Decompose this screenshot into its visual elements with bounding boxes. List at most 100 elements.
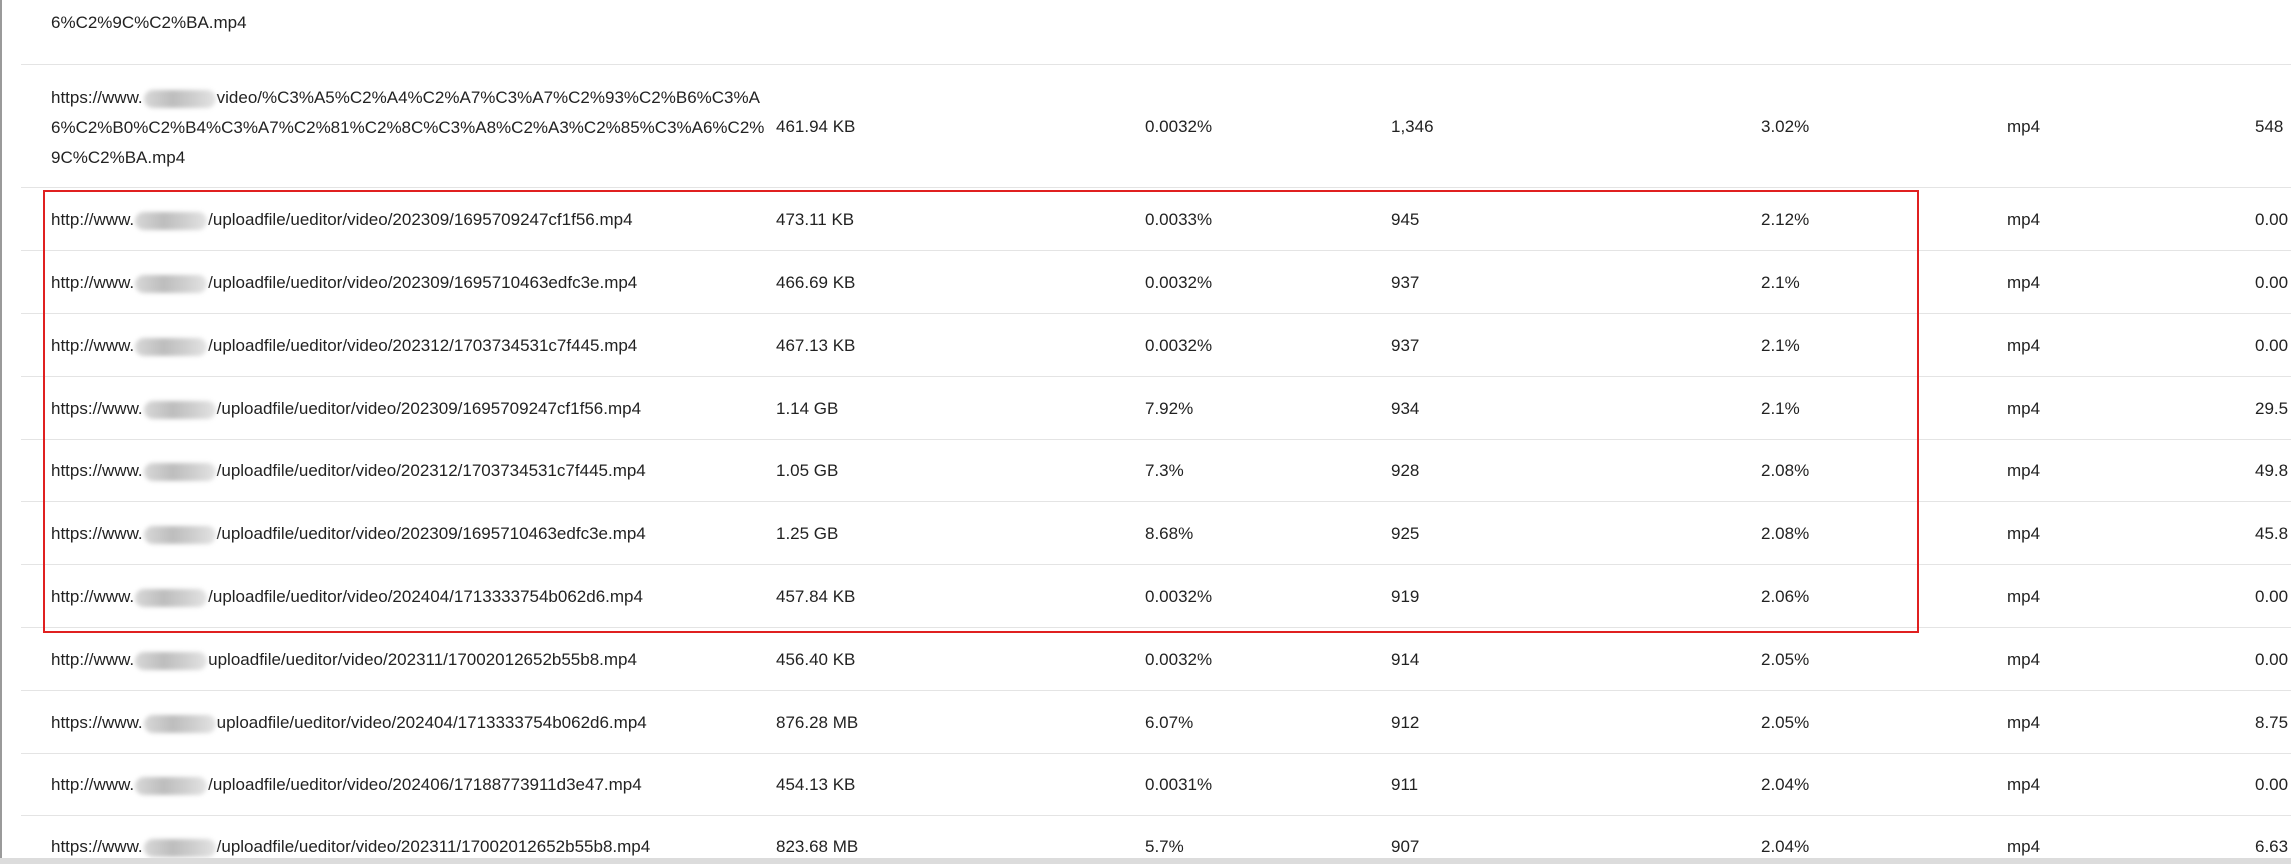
url-prefix: http://www. <box>51 273 135 292</box>
type-cell: mp4 <box>2007 117 2041 136</box>
url-prefix: https://www. <box>51 524 143 543</box>
url-suffix: /uploadfile/ueditor/video/202311/1700201… <box>216 837 651 856</box>
url-prefix: http://www. <box>51 210 135 229</box>
type-cell: mp4 <box>2007 587 2041 606</box>
url-cell[interactable]: http://www. /uploadfile/ueditor/video/202… <box>51 331 751 361</box>
percent-cell: 0.0031% <box>1145 775 1213 794</box>
url-suffix: %C3%A6%C2%B0%C2%B4%C3%A7%C2%81%C2%8C%C3%… <box>51 0 771 32</box>
size-cell: 457.84 KB <box>776 587 856 606</box>
size-cell: 473.11 KB <box>776 210 855 229</box>
redacted-domain <box>143 462 216 481</box>
type-cell: mp4 <box>2007 273 2041 292</box>
url-cell[interactable]: http://www. uploadfile/ueditor/video/2023… <box>51 645 751 675</box>
bandwidth-cell: 0.00 <box>2255 775 2289 794</box>
table-row[interactable]: https://www. /uploadfile/ueditor/video/20… <box>21 377 2291 440</box>
url-cell[interactable]: https://www. /uploadfile/ueditor/video/20… <box>51 519 751 549</box>
redacted-domain <box>143 400 216 419</box>
url-cell[interactable]: https://www. uploadfile/ueditor/video/202… <box>51 708 751 738</box>
size-cell: 1.14 GB <box>776 399 839 418</box>
url-cell[interactable]: https://www. /uploadfile/ueditor/video/20… <box>51 456 751 486</box>
share-cell: 2.05% <box>1761 713 1810 732</box>
url-prefix: https://www. <box>51 88 143 107</box>
hits-cell: 911 <box>1391 775 1419 794</box>
percent-cell: 7.92% <box>1145 399 1194 418</box>
table-row[interactable]: https://www. video/%C3%A5%C2%A4%C2%A7%C3%… <box>21 65 2291 188</box>
table-row[interactable]: https://www. /uploadfile/ueditor/video/20… <box>21 502 2291 565</box>
url-cell[interactable]: http://www. /uploadfile/ueditor/video/202… <box>51 770 751 800</box>
hits-cell: 912 <box>1391 713 1420 732</box>
type-cell: mp4 <box>2007 650 2041 669</box>
bandwidth-cell: 0.00 <box>2255 650 2289 669</box>
hits-cell: 1,346 <box>1391 117 1434 136</box>
percent-cell: 0.0032% <box>1145 336 1213 355</box>
table-row[interactable]: http://www. /uploadfile/ueditor/video/202… <box>21 314 2291 377</box>
percent-cell: 0.0032% <box>1145 650 1213 669</box>
size-cell: 1.05 GB <box>776 461 839 480</box>
size-cell: 467.13 KB <box>776 336 856 355</box>
url-suffix: uploadfile/ueditor/video/202404/17133337… <box>216 713 647 732</box>
bandwidth-cell: 0.00 <box>2255 587 2289 606</box>
hits-cell: 937 <box>1391 336 1420 355</box>
url-cell[interactable]: http://www. /uploadfile/ueditor/video/202… <box>51 268 751 298</box>
type-cell: mp4 <box>2007 524 2041 543</box>
percent-cell: 8.68% <box>1145 524 1194 543</box>
url-suffix: /uploadfile/ueditor/video/202404/1713333… <box>208 587 643 606</box>
percent-cell: 0.0033% <box>1145 210 1213 229</box>
url-suffix: /uploadfile/ueditor/video/202309/1695710… <box>208 273 638 292</box>
share-cell: 2.1% <box>1761 399 1800 418</box>
type-cell: mp4 <box>2007 336 2041 355</box>
size-cell: 456.40 KB <box>776 650 856 669</box>
bandwidth-cell: 0.00 <box>2255 273 2289 292</box>
size-cell: 466.69 KB <box>776 273 856 292</box>
size-cell: 461.94 KB <box>776 117 856 136</box>
share-cell: 2.1% <box>1761 336 1800 355</box>
bandwidth-cell: 548 <box>2255 117 2284 136</box>
type-cell: mp4 <box>2007 210 2041 229</box>
table-row[interactable]: http://www. /uploadfile/ueditor/video/202… <box>21 565 2291 628</box>
hits-cell: 945 <box>1391 210 1420 229</box>
percent-cell: 7.3% <box>1145 461 1184 480</box>
url-prefix: http://www. <box>51 336 135 355</box>
table-row[interactable]: https://www. /uploadfile/ueditor/video/20… <box>21 440 2291 502</box>
share-cell: 2.05% <box>1761 650 1810 669</box>
hits-cell: 919 <box>1391 587 1420 606</box>
url-suffix: uploadfile/ueditor/video/202311/17002012… <box>208 650 637 669</box>
redacted-domain <box>135 211 208 230</box>
size-cell: 454.13 KB <box>776 775 856 794</box>
url-prefix: https://www. <box>51 837 143 856</box>
url-suffix: /uploadfile/ueditor/video/202312/1703734… <box>216 461 646 480</box>
hits-cell: 937 <box>1391 273 1420 292</box>
url-cell[interactable]: http://www. /uploadfile/ueditor/video/202… <box>51 205 751 235</box>
share-cell: 2.1% <box>1761 273 1800 292</box>
redacted-domain <box>135 588 208 607</box>
size-cell: 876.28 MB <box>776 713 859 732</box>
share-cell: 2.12% <box>1761 210 1810 229</box>
percent-cell: 0.0032% <box>1145 273 1213 292</box>
url-cell[interactable]: https://www. /uploadfile/ueditor/video/20… <box>51 394 751 424</box>
url-prefix: http://www. <box>51 650 135 669</box>
redacted-domain <box>143 714 216 733</box>
taskbar-edge <box>0 858 2291 864</box>
hits-cell: 934 <box>1391 399 1420 418</box>
share-cell: 3.02% <box>1761 117 1810 136</box>
url-cell[interactable]: http://www. /uploadfile/ueditor/video/202… <box>51 582 751 612</box>
table-row[interactable]: http://www. /uploadfile/ueditor/video/202… <box>21 251 2291 314</box>
table-row[interactable]: http://www. uploadfile/ueditor/video/2023… <box>21 628 2291 691</box>
table-row[interactable]: http://www. /uploadfile/ueditor/video/202… <box>21 188 2291 251</box>
type-cell: mp4 <box>2007 399 2041 418</box>
table-row[interactable]: https://www. uploadfile/ueditor/video/202… <box>21 691 2291 754</box>
bandwidth-cell: 8.75 <box>2255 713 2289 732</box>
url-cell[interactable]: %C3%A6%C2%B0%C2%B4%C3%A7%C2%81%C2%8C%C3%… <box>51 0 771 38</box>
redacted-domain <box>135 274 208 293</box>
url-cell[interactable]: https://www. video/%C3%A5%C2%A4%C2%A7%C3%… <box>51 83 771 173</box>
hits-cell: 914 <box>1391 650 1420 669</box>
share-cell: 2.08% <box>1761 524 1810 543</box>
table-row[interactable]: %C3%A6%C2%B0%C2%B4%C3%A7%C2%81%C2%8C%C3%… <box>21 0 2291 65</box>
type-cell: mp4 <box>2007 461 2041 480</box>
bandwidth-cell: 29.5 <box>2255 399 2289 418</box>
hits-cell: 925 <box>1391 524 1420 543</box>
bandwidth-cell: 49.8 <box>2255 461 2289 480</box>
table-row[interactable]: https://www. /uploadfile/ueditor/video/20… <box>21 816 2291 864</box>
url-suffix: /uploadfile/ueditor/video/202309/1695710… <box>216 524 646 543</box>
table-row[interactable]: http://www. /uploadfile/ueditor/video/202… <box>21 754 2291 816</box>
